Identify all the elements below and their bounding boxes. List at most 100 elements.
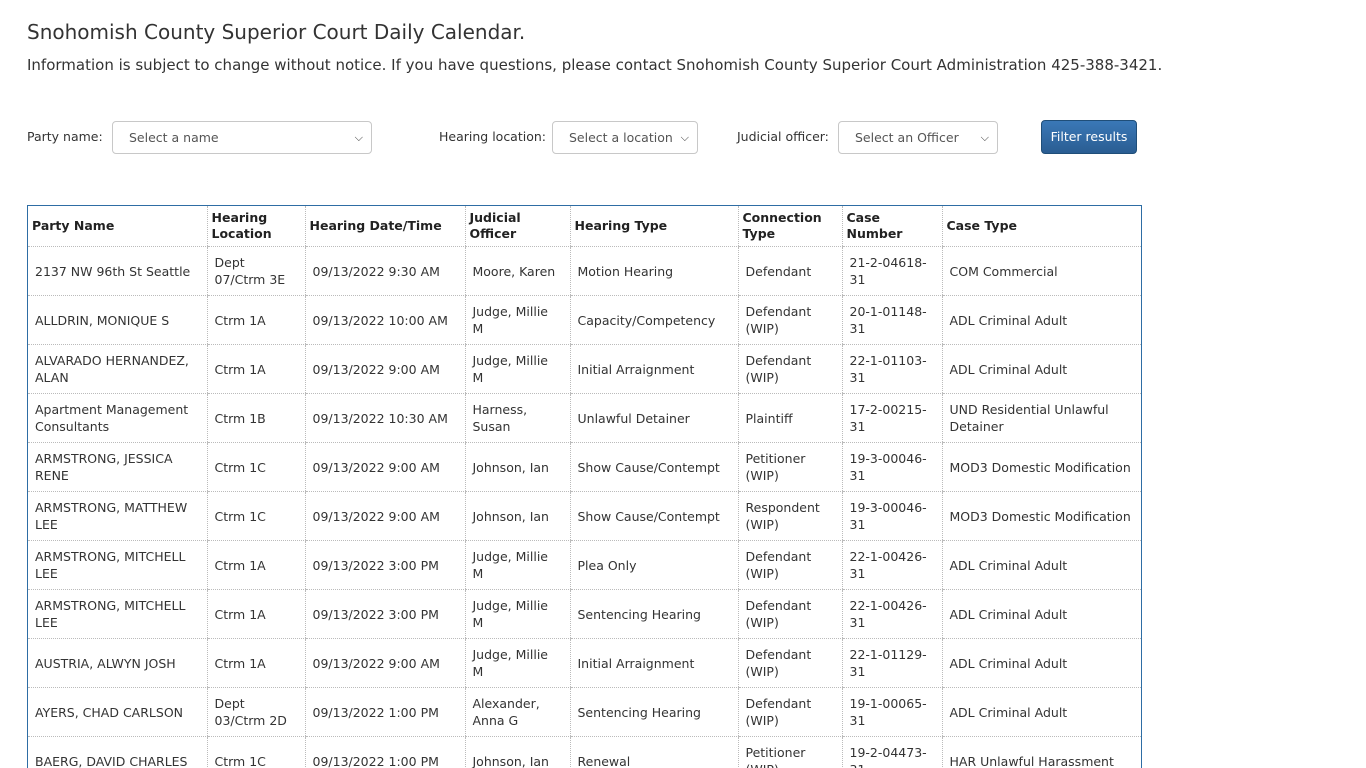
cell-judicial-officer: Alexander, Anna G — [464, 687, 570, 737]
cell-hearing-datetime: 09/13/2022 9:00 AM — [304, 638, 465, 688]
chevron-down-icon: ⌵ — [354, 131, 363, 144]
cell-connection-type: Petitioner (WIP) — [737, 736, 842, 768]
cell-hearing-datetime: 09/13/2022 1:00 PM — [304, 687, 465, 737]
party-name-select-value: Select a name — [129, 130, 219, 145]
hearing-location-label: Hearing location: — [439, 129, 547, 144]
cell-party-name: ALVARADO HERNANDEZ, ALAN — [28, 344, 207, 394]
cell-connection-type: Defendant (WIP) — [737, 540, 842, 590]
cell-judicial-officer: Johnson, Ian — [464, 442, 570, 492]
cell-hearing-location: Dept 03/Ctrm 2D — [206, 687, 305, 737]
cell-connection-type: Defendant (WIP) — [737, 295, 842, 345]
cell-case-number: 22-1-00426-31 — [841, 589, 942, 639]
cell-connection-type: Defendant (WIP) — [737, 687, 842, 737]
judicial-officer-label: Judicial officer: — [737, 129, 829, 144]
cell-hearing-location: Ctrm 1C — [206, 736, 305, 768]
header-case-type: Case Type — [941, 206, 1141, 247]
cell-connection-type: Defendant — [737, 246, 842, 296]
cell-case-number: 21-2-04618-31 — [841, 246, 942, 296]
cell-hearing-location: Dept 07/Ctrm 3E — [206, 246, 305, 296]
cell-hearing-location: Ctrm 1A — [206, 540, 305, 590]
page-notice: Information is subject to change without… — [27, 56, 1163, 74]
cell-case-number: 22-1-01129-31 — [841, 638, 942, 688]
party-name-select[interactable]: Select a name ⌵ — [112, 121, 372, 154]
cell-case-type: ADL Criminal Adult — [941, 589, 1141, 639]
judicial-officer-select[interactable]: Select an Officer ⌵ — [838, 121, 998, 154]
page-title: Snohomish County Superior Court Daily Ca… — [27, 20, 526, 44]
cell-hearing-type: Sentencing Hearing — [569, 589, 738, 639]
cell-hearing-type: Plea Only — [569, 540, 738, 590]
table-row: ALLDRIN, MONIQUE S Ctrm 1A 09/13/2022 10… — [28, 295, 1141, 345]
table-row: 2137 NW 96th St Seattle Dept 07/Ctrm 3E … — [28, 246, 1141, 296]
cell-hearing-type: Initial Arraignment — [569, 344, 738, 394]
cell-party-name: AYERS, CHAD CARLSON — [28, 687, 207, 737]
cell-connection-type: Petitioner (WIP) — [737, 442, 842, 492]
cell-case-number: 19-3-00046-31 — [841, 491, 942, 541]
cell-hearing-datetime: 09/13/2022 10:30 AM — [304, 393, 465, 443]
cell-case-number: 19-1-00065-31 — [841, 687, 942, 737]
cell-hearing-location: Ctrm 1A — [206, 344, 305, 394]
page: Snohomish County Superior Court Daily Ca… — [0, 0, 1366, 768]
cell-case-type: ADL Criminal Adult — [941, 687, 1141, 737]
cell-case-type: MOD3 Domestic Modification — [941, 491, 1141, 541]
cell-hearing-location: Ctrm 1A — [206, 295, 305, 345]
cell-connection-type: Plaintiff — [737, 393, 842, 443]
cell-judicial-officer: Moore, Karen — [464, 246, 570, 296]
cell-hearing-location: Ctrm 1C — [206, 491, 305, 541]
chevron-down-icon: ⌵ — [680, 131, 689, 144]
cell-case-type: COM Commercial — [941, 246, 1141, 296]
header-hearing-datetime: Hearing Date/Time — [304, 206, 465, 247]
cell-case-type: HAR Unlawful Harassment — [941, 736, 1141, 768]
cell-hearing-location: Ctrm 1B — [206, 393, 305, 443]
header-hearing-location: Hearing Location — [206, 206, 305, 247]
cell-judicial-officer: Judge, Millie M — [464, 589, 570, 639]
cell-case-number: 19-2-04473-31 — [841, 736, 942, 768]
table-row: ALVARADO HERNANDEZ, ALAN Ctrm 1A 09/13/2… — [28, 344, 1141, 394]
cell-hearing-datetime: 09/13/2022 9:00 AM — [304, 442, 465, 492]
cell-hearing-datetime: 09/13/2022 1:00 PM — [304, 736, 465, 768]
cell-hearing-type: Sentencing Hearing — [569, 687, 738, 737]
table-row: Apartment Management Consultants Ctrm 1B… — [28, 393, 1141, 443]
cell-hearing-datetime: 09/13/2022 3:00 PM — [304, 540, 465, 590]
table-row: ARMSTRONG, JESSICA RENE Ctrm 1C 09/13/20… — [28, 442, 1141, 492]
cell-hearing-type: Initial Arraignment — [569, 638, 738, 688]
cell-hearing-type: Capacity/Competency — [569, 295, 738, 345]
cell-party-name: ARMSTRONG, MATTHEW LEE — [28, 491, 207, 541]
cell-hearing-location: Ctrm 1A — [206, 589, 305, 639]
cell-case-number: 22-1-00426-31 — [841, 540, 942, 590]
table-row: ARMSTRONG, MITCHELL LEE Ctrm 1A 09/13/20… — [28, 540, 1141, 590]
cell-judicial-officer: Judge, Millie M — [464, 295, 570, 345]
cell-connection-type: Respondent (WIP) — [737, 491, 842, 541]
cell-case-type: UND Residential Unlawful Detainer — [941, 393, 1141, 443]
cell-party-name: Apartment Management Consultants — [28, 393, 207, 443]
cell-hearing-datetime: 09/13/2022 3:00 PM — [304, 589, 465, 639]
hearing-location-select[interactable]: Select a location ⌵ — [552, 121, 698, 154]
table-row: ARMSTRONG, MATTHEW LEE Ctrm 1C 09/13/202… — [28, 491, 1141, 541]
cell-party-name: AUSTRIA, ALWYN JOSH — [28, 638, 207, 688]
table-row: BAERG, DAVID CHARLES Ctrm 1C 09/13/2022 … — [28, 736, 1141, 768]
calendar-table: Party Name Hearing Location Hearing Date… — [28, 206, 1141, 768]
cell-case-number: 19-3-00046-31 — [841, 442, 942, 492]
cell-connection-type: Defendant (WIP) — [737, 344, 842, 394]
cell-connection-type: Defendant (WIP) — [737, 638, 842, 688]
cell-hearing-datetime: 09/13/2022 10:00 AM — [304, 295, 465, 345]
cell-hearing-type: Show Cause/Contempt — [569, 491, 738, 541]
cell-hearing-type: Unlawful Detainer — [569, 393, 738, 443]
cell-case-type: MOD3 Domestic Modification — [941, 442, 1141, 492]
cell-case-type: ADL Criminal Adult — [941, 540, 1141, 590]
cell-case-number: 22-1-01103-31 — [841, 344, 942, 394]
chevron-down-icon: ⌵ — [980, 131, 989, 144]
cell-case-number: 20-1-01148-31 — [841, 295, 942, 345]
filter-bar: Party name: Select a name ⌵ Hearing loca… — [27, 120, 1167, 154]
cell-hearing-type: Motion Hearing — [569, 246, 738, 296]
cell-judicial-officer: Judge, Millie M — [464, 638, 570, 688]
cell-hearing-location: Ctrm 1A — [206, 638, 305, 688]
table-row: ARMSTRONG, MITCHELL LEE Ctrm 1A 09/13/20… — [28, 589, 1141, 639]
cell-hearing-datetime: 09/13/2022 9:00 AM — [304, 491, 465, 541]
cell-hearing-datetime: 09/13/2022 9:30 AM — [304, 246, 465, 296]
judicial-officer-select-value: Select an Officer — [855, 130, 959, 145]
cell-party-name: ARMSTRONG, JESSICA RENE — [28, 442, 207, 492]
cell-party-name: BAERG, DAVID CHARLES — [28, 736, 207, 768]
header-judicial-officer: Judicial Officer — [464, 206, 570, 247]
filter-results-button[interactable]: Filter results — [1041, 120, 1137, 154]
cell-connection-type: Defendant (WIP) — [737, 589, 842, 639]
